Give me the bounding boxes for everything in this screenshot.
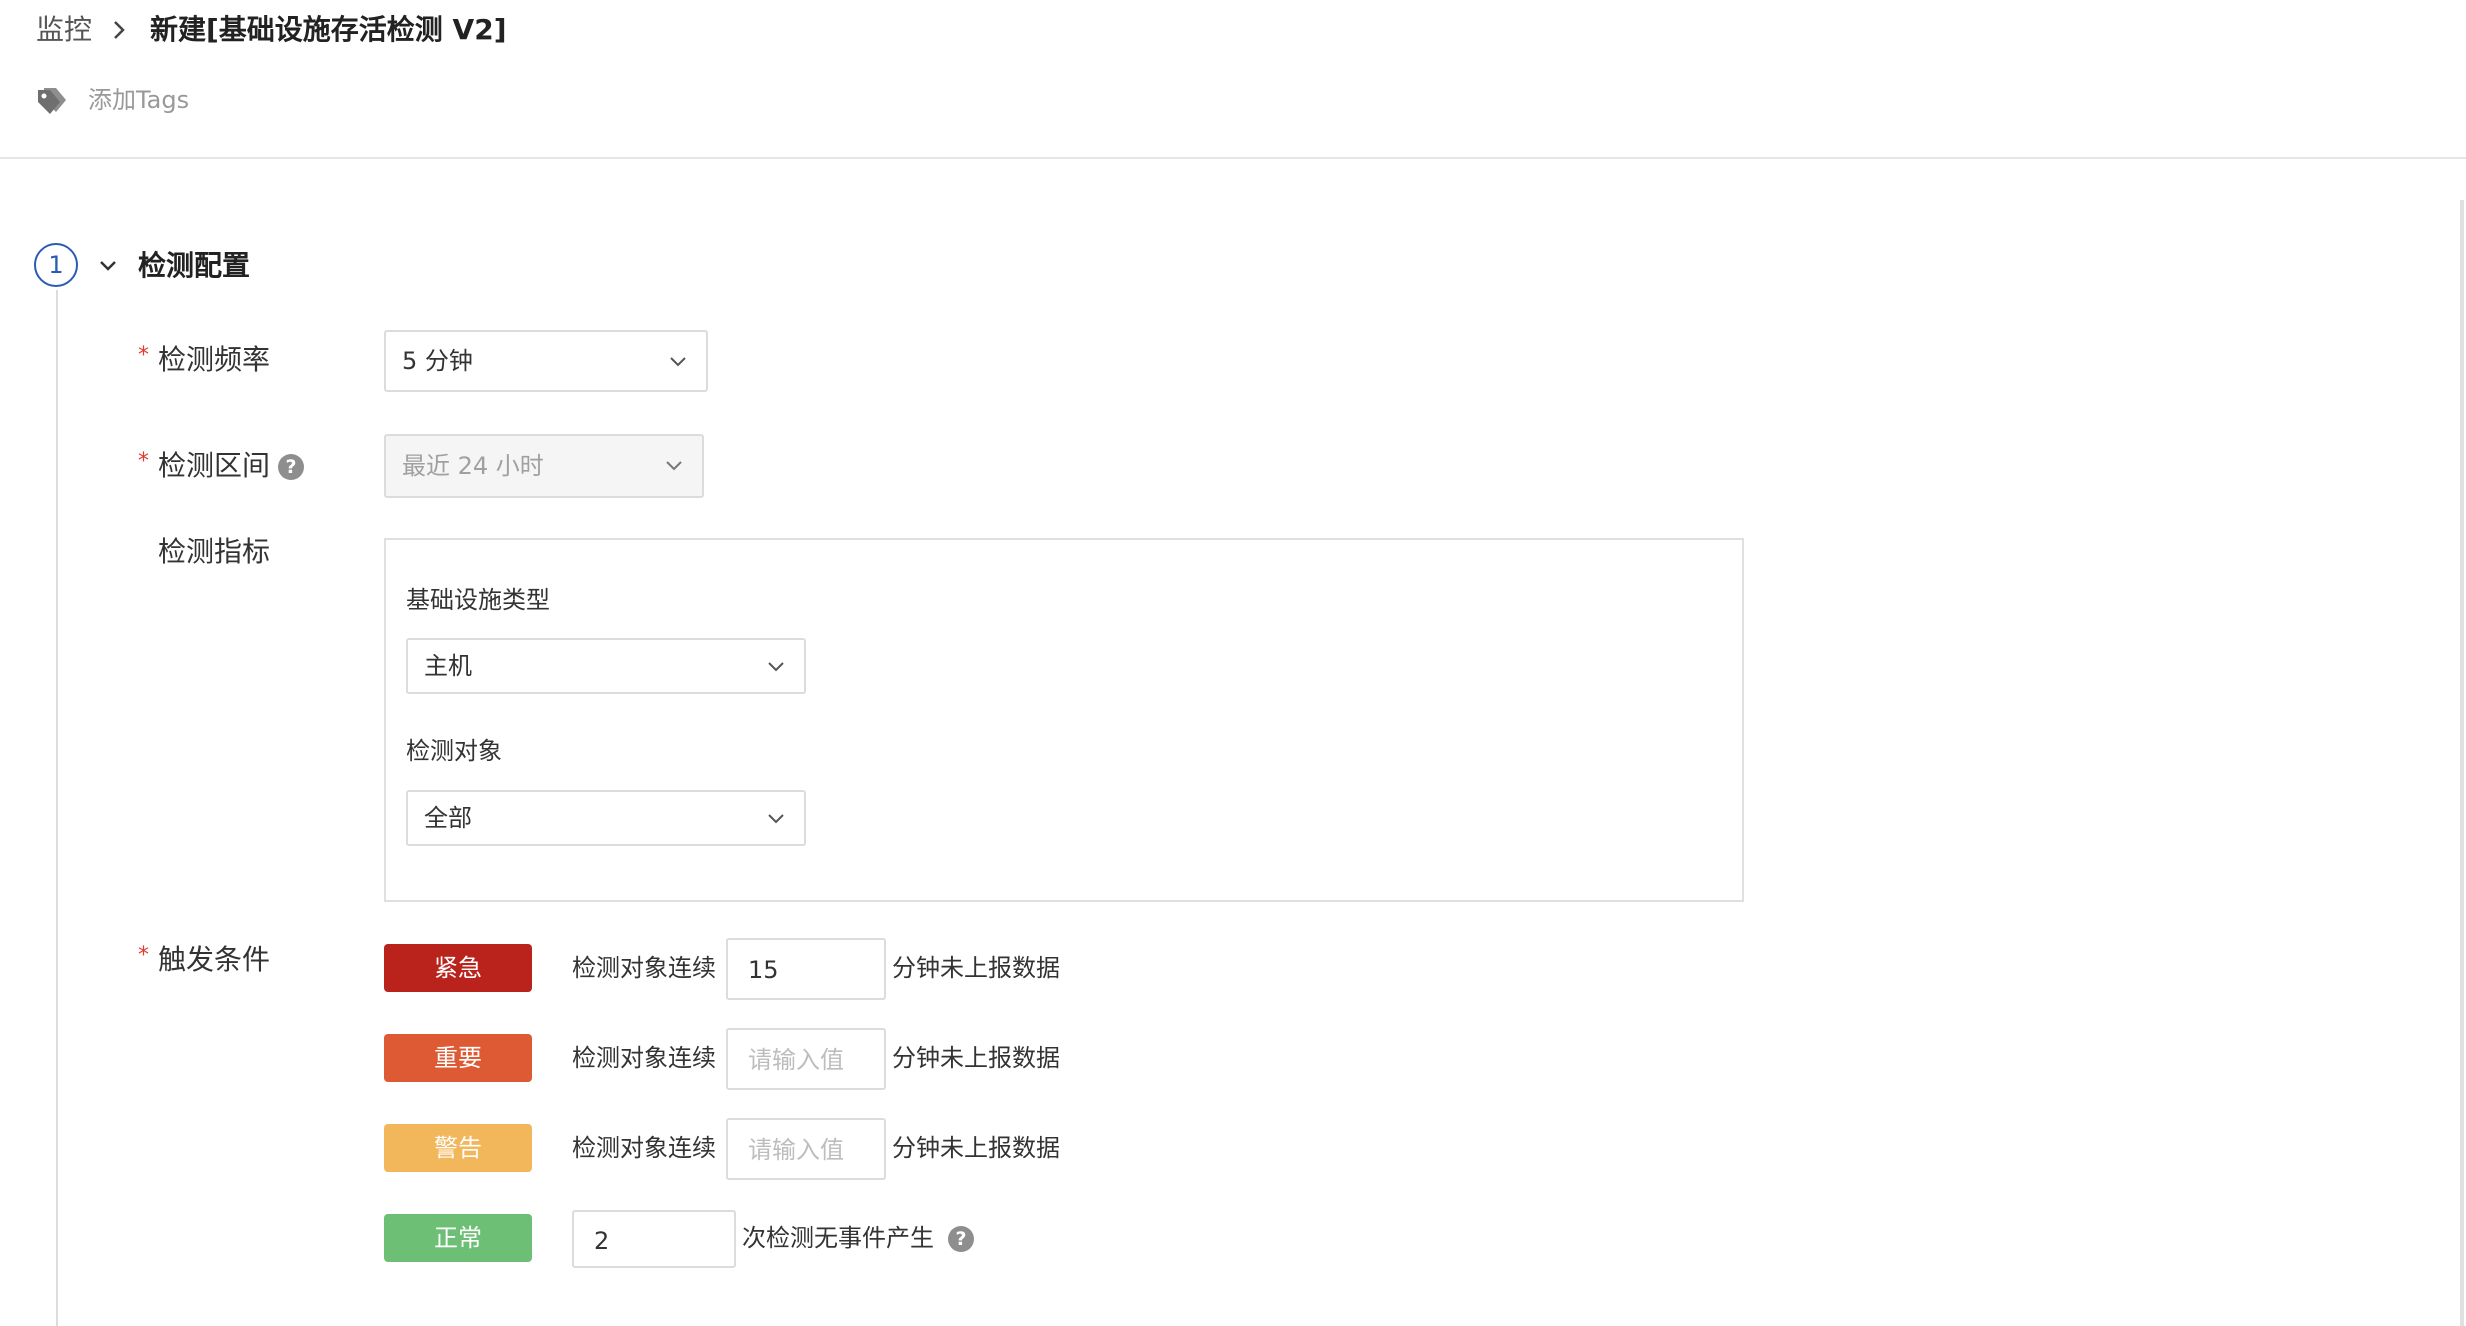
normal-suffix-text: 次检测无事件产生 bbox=[742, 1224, 934, 1252]
step-connector-line bbox=[56, 290, 58, 1326]
scrollbar[interactable] bbox=[2460, 200, 2464, 1326]
trigger-label: * 触发条件 bbox=[138, 940, 270, 980]
chevron-down-icon bbox=[670, 357, 686, 367]
important-minutes-placeholder: 请输入值 bbox=[748, 1046, 844, 1074]
chevron-down-icon bbox=[768, 662, 784, 672]
warning-minutes-input[interactable]: 请输入值 bbox=[726, 1118, 886, 1180]
target-select[interactable]: 全部 bbox=[406, 790, 806, 846]
target-value: 全部 bbox=[424, 804, 472, 832]
important-minutes-input[interactable]: 请输入值 bbox=[726, 1028, 886, 1090]
target-label: 检测对象 bbox=[406, 737, 502, 765]
infra-type-value: 主机 bbox=[424, 652, 472, 680]
range-select: 最近 24 小时 bbox=[384, 434, 704, 498]
normal-count-input[interactable]: 2 bbox=[572, 1210, 736, 1268]
critical-minutes-value: 15 bbox=[748, 956, 779, 984]
chevron-right-icon bbox=[114, 21, 125, 39]
range-label: * 检测区间? bbox=[138, 446, 305, 486]
metric-label: 检测指标 bbox=[158, 535, 271, 568]
chevron-down-icon bbox=[666, 461, 682, 471]
header-divider bbox=[0, 157, 2466, 159]
frequency-select[interactable]: 5 分钟 bbox=[384, 330, 708, 392]
step-number-badge: 1 bbox=[34, 243, 78, 287]
condition-prefix: 检测对象连续 bbox=[572, 1134, 716, 1162]
required-mark: * bbox=[138, 943, 149, 968]
range-label-text: 检测区间 bbox=[158, 449, 271, 482]
breadcrumb-root[interactable]: 监控 bbox=[36, 10, 92, 50]
step-title: 检测配置 bbox=[138, 249, 251, 282]
metric-panel bbox=[384, 538, 1744, 902]
critical-minutes-input[interactable]: 15 bbox=[726, 938, 886, 1000]
severity-important-badge: 重要 bbox=[384, 1034, 532, 1082]
required-mark: * bbox=[138, 343, 149, 368]
infra-type-select[interactable]: 主机 bbox=[406, 638, 806, 694]
condition-prefix: 检测对象连续 bbox=[572, 1044, 716, 1072]
chevron-down-icon bbox=[768, 814, 784, 824]
chevron-down-icon[interactable] bbox=[96, 254, 120, 278]
frequency-label: * 检测频率 bbox=[138, 340, 270, 380]
severity-normal-badge: 正常 bbox=[384, 1214, 532, 1262]
warning-minutes-placeholder: 请输入值 bbox=[748, 1136, 844, 1164]
tag-icon[interactable] bbox=[36, 84, 68, 116]
condition-suffix: 分钟未上报数据 bbox=[892, 1044, 1060, 1072]
trigger-label-text: 触发条件 bbox=[158, 943, 271, 976]
condition-prefix: 检测对象连续 bbox=[572, 954, 716, 982]
help-icon[interactable]: ? bbox=[278, 454, 305, 480]
condition-suffix: 分钟未上报数据 bbox=[892, 1134, 1060, 1162]
help-icon[interactable]: ? bbox=[948, 1226, 974, 1252]
normal-count-value: 2 bbox=[594, 1227, 610, 1255]
add-tags-link[interactable]: 添加Tags bbox=[88, 80, 189, 120]
severity-warning-badge: 警告 bbox=[384, 1124, 532, 1172]
normal-suffix: 次检测无事件产生? bbox=[742, 1218, 974, 1258]
frequency-value: 5 分钟 bbox=[402, 347, 473, 375]
severity-critical-badge: 紧急 bbox=[384, 944, 532, 992]
infra-type-label: 基础设施类型 bbox=[406, 586, 550, 614]
required-mark: * bbox=[138, 449, 149, 474]
range-value: 最近 24 小时 bbox=[402, 452, 544, 480]
breadcrumb-current: 新建[基础设施存活检测 V2] bbox=[150, 13, 507, 46]
condition-suffix: 分钟未上报数据 bbox=[892, 954, 1060, 982]
frequency-label-text: 检测频率 bbox=[158, 343, 271, 376]
